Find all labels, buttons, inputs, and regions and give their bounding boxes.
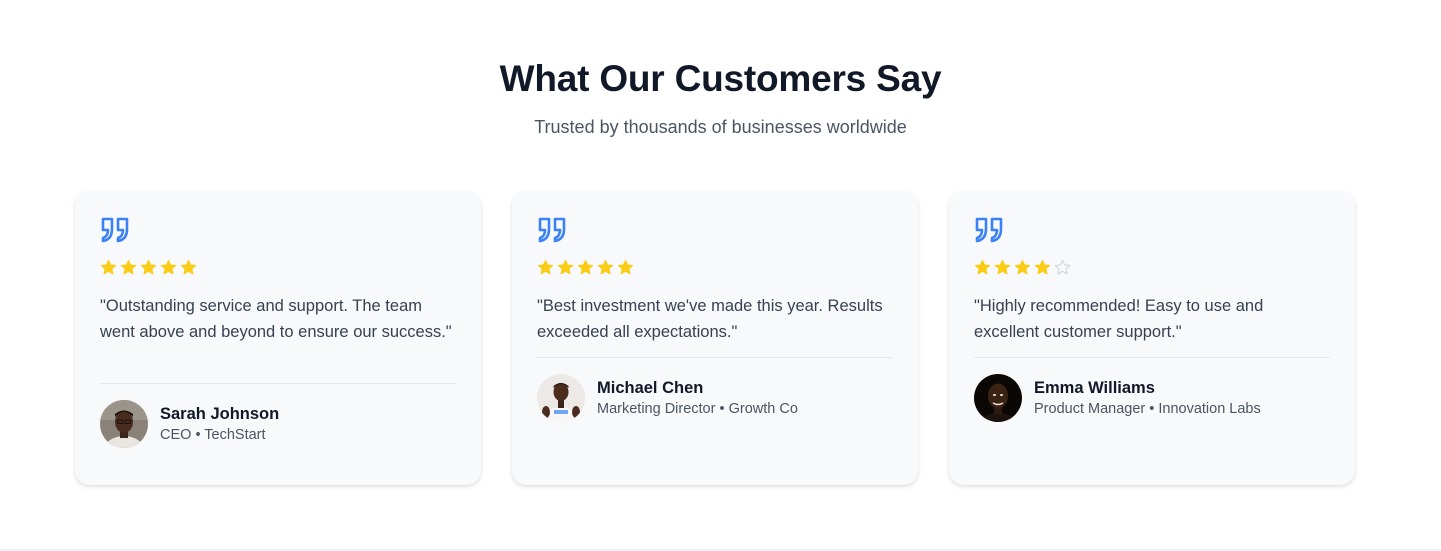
testimonials-section: What Our Customers Say Trusted by thousa… xyxy=(0,0,1441,551)
author-name: Emma Williams xyxy=(1034,379,1155,397)
testimonial-card: "Outstanding service and support. The te… xyxy=(75,191,481,485)
star-filled-icon xyxy=(140,259,157,275)
avatar xyxy=(537,374,585,422)
section-title: What Our Customers Say xyxy=(499,58,942,99)
testimonial-card: "Best investment we've made this year. R… xyxy=(512,191,918,485)
star-filled-icon xyxy=(100,259,117,275)
star-filled-icon xyxy=(974,259,991,275)
testimonial-author: Michael Chen Marketing Director • Growth… xyxy=(537,374,893,422)
avatar xyxy=(100,400,148,448)
divider xyxy=(100,383,456,384)
star-filled-icon xyxy=(160,259,177,275)
star-filled-icon xyxy=(617,259,634,275)
star-filled-icon xyxy=(180,259,197,275)
testimonial-quote: "Outstanding service and support. The te… xyxy=(100,297,452,341)
divider xyxy=(537,357,893,358)
star-filled-icon xyxy=(597,259,614,275)
star-filled-icon xyxy=(537,259,554,275)
star-filled-icon xyxy=(557,259,574,275)
testimonial-author: Emma Williams Product Manager • Innovati… xyxy=(974,374,1330,422)
divider xyxy=(974,357,1330,358)
section-subtitle: Trusted by thousands of businesses world… xyxy=(534,117,907,137)
star-filled-icon xyxy=(120,259,137,275)
author-name: Michael Chen xyxy=(597,379,704,397)
author-name: Sarah Johnson xyxy=(160,405,280,423)
star-filled-icon xyxy=(994,259,1011,275)
star-filled-icon xyxy=(1034,259,1051,275)
testimonial-author: Sarah Johnson CEO • TechStart xyxy=(100,400,456,448)
author-role: Marketing Director • Growth Co xyxy=(597,401,798,417)
quote-icon xyxy=(975,217,1003,243)
testimonial-card: "Highly recommended! Easy to use and exc… xyxy=(949,191,1355,485)
quote-icon xyxy=(538,217,566,243)
author-role: CEO • TechStart xyxy=(160,427,266,443)
author-role: Product Manager • Innovation Labs xyxy=(1034,401,1261,417)
star-filled-icon xyxy=(1014,259,1031,275)
star-rating xyxy=(100,259,456,276)
quote-icon xyxy=(101,217,129,243)
testimonial-quote: "Highly recommended! Easy to use and exc… xyxy=(974,297,1264,341)
avatar xyxy=(974,374,1022,422)
star-rating xyxy=(537,259,893,276)
testimonial-quote: "Best investment we've made this year. R… xyxy=(537,297,883,341)
star-filled-icon xyxy=(577,259,594,275)
star-rating xyxy=(974,259,1330,276)
star-empty-icon xyxy=(1054,259,1071,275)
